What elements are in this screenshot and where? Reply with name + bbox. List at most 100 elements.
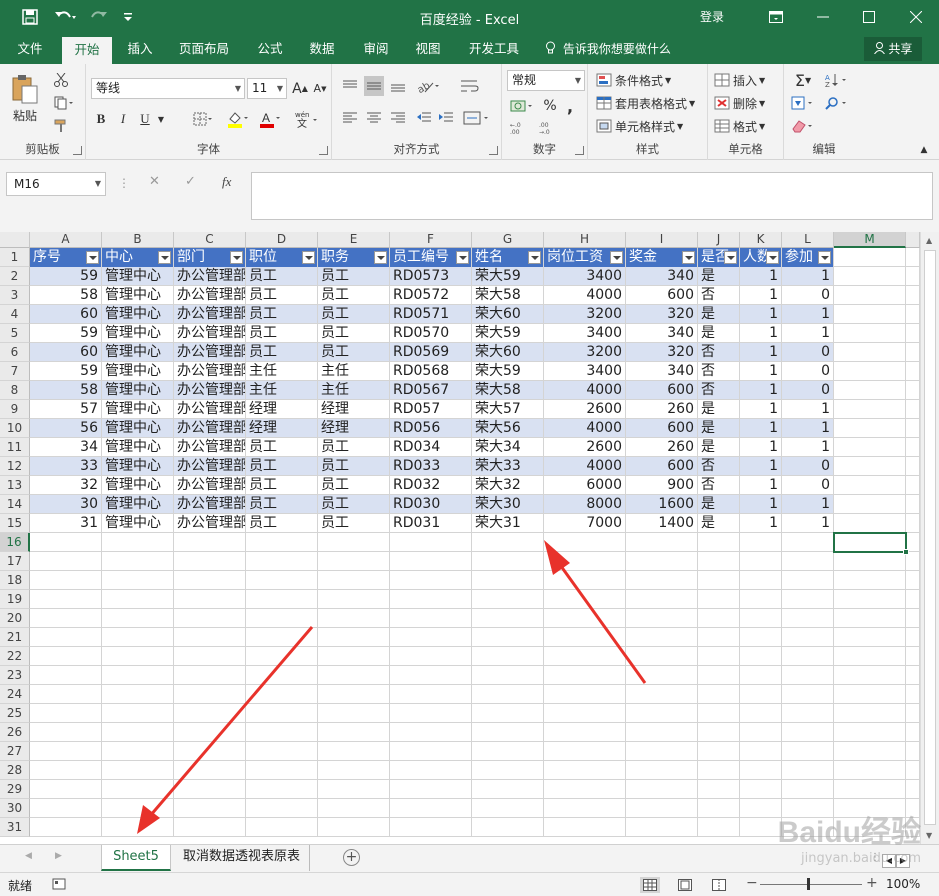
login-link[interactable]: 登录: [700, 8, 724, 25]
filter-dropdown-icon[interactable]: [818, 251, 831, 264]
table-cell[interactable]: 1: [782, 419, 834, 438]
cell[interactable]: [740, 571, 782, 590]
cell[interactable]: [390, 666, 472, 685]
table-cell[interactable]: 员工: [246, 514, 318, 533]
table-cell[interactable]: 主任: [246, 381, 318, 400]
table-cell[interactable]: 4000: [544, 419, 626, 438]
table-cell[interactable]: 办公管理部: [174, 267, 246, 286]
table-cell[interactable]: 荣大60: [472, 305, 544, 324]
table-cell[interactable]: 员工: [246, 305, 318, 324]
table-cell[interactable]: 员工: [318, 305, 390, 324]
cell[interactable]: [318, 533, 390, 552]
cell[interactable]: [102, 780, 174, 799]
cell[interactable]: [782, 533, 834, 552]
row-header-5[interactable]: 5: [0, 324, 30, 343]
scroll-up-icon[interactable]: ▲: [926, 236, 932, 245]
table-cell[interactable]: 600: [626, 381, 698, 400]
cell[interactable]: [544, 647, 626, 666]
filter-dropdown-icon[interactable]: [86, 251, 99, 264]
table-cell[interactable]: 1: [740, 286, 782, 305]
cell[interactable]: [834, 552, 906, 571]
fill-down-icon[interactable]: [788, 93, 818, 113]
table-cell[interactable]: RD0570: [390, 324, 472, 343]
cell[interactable]: [102, 647, 174, 666]
cell[interactable]: [544, 628, 626, 647]
cell[interactable]: [102, 799, 174, 818]
cell[interactable]: [740, 780, 782, 799]
cell[interactable]: [782, 628, 834, 647]
row-header-6[interactable]: 6: [0, 343, 30, 362]
table-cell[interactable]: 0: [782, 286, 834, 305]
table-cell[interactable]: 主任: [318, 381, 390, 400]
table-cell[interactable]: 33: [30, 457, 102, 476]
table-cell[interactable]: 340: [626, 267, 698, 286]
row-header-20[interactable]: 20: [0, 609, 30, 628]
cell[interactable]: [390, 799, 472, 818]
cell[interactable]: [626, 685, 698, 704]
row-header-21[interactable]: 21: [0, 628, 30, 647]
table-cell[interactable]: 否: [698, 362, 740, 381]
table-cell[interactable]: 1: [740, 400, 782, 419]
table-cell[interactable]: 办公管理部: [174, 495, 246, 514]
cell[interactable]: [246, 590, 318, 609]
table-cell[interactable]: 7000: [544, 514, 626, 533]
next-sheet-icon[interactable]: ▶: [55, 851, 62, 861]
table-cell[interactable]: 主任: [318, 362, 390, 381]
table-cell[interactable]: 荣大30: [472, 495, 544, 514]
clipboard-launcher-icon[interactable]: [73, 146, 82, 155]
cell[interactable]: [246, 780, 318, 799]
cell[interactable]: [698, 628, 740, 647]
cell[interactable]: [834, 438, 906, 457]
cell[interactable]: [246, 799, 318, 818]
table-cell[interactable]: 员工: [246, 286, 318, 305]
table-cell[interactable]: 管理中心: [102, 305, 174, 324]
table-cell[interactable]: 4000: [544, 381, 626, 400]
table-cell[interactable]: 办公管理部: [174, 362, 246, 381]
cell[interactable]: [834, 571, 906, 590]
cell[interactable]: [834, 704, 906, 723]
cell[interactable]: [246, 742, 318, 761]
filter-dropdown-icon[interactable]: [158, 251, 171, 264]
cell[interactable]: [740, 742, 782, 761]
cut-icon[interactable]: [50, 70, 72, 90]
save-icon[interactable]: [18, 7, 42, 27]
table-cell[interactable]: 员工: [318, 495, 390, 514]
cell[interactable]: [174, 590, 246, 609]
zoom-out-icon[interactable]: −: [746, 875, 758, 891]
table-header-cell[interactable]: 岗位工资: [544, 248, 626, 267]
table-header-cell[interactable]: 参加: [782, 248, 834, 267]
table-cell[interactable]: RD032: [390, 476, 472, 495]
cell[interactable]: [544, 742, 626, 761]
table-cell[interactable]: 3400: [544, 267, 626, 286]
table-cell[interactable]: 员工: [246, 324, 318, 343]
active-cell-selection[interactable]: [833, 532, 909, 555]
merge-center-icon[interactable]: [460, 108, 492, 128]
column-header-e[interactable]: E: [318, 232, 390, 248]
table-cell[interactable]: 1: [740, 438, 782, 457]
cell[interactable]: [626, 723, 698, 742]
zoom-in-icon[interactable]: +: [866, 875, 878, 891]
cell[interactable]: [174, 609, 246, 628]
cell[interactable]: [782, 742, 834, 761]
table-cell[interactable]: 2600: [544, 438, 626, 457]
cell[interactable]: [626, 533, 698, 552]
cell[interactable]: [834, 723, 906, 742]
zoom-level[interactable]: 100%: [886, 877, 920, 891]
table-cell[interactable]: 管理中心: [102, 286, 174, 305]
table-cell[interactable]: 3400: [544, 324, 626, 343]
clear-icon[interactable]: [788, 116, 818, 136]
table-cell[interactable]: 是: [698, 495, 740, 514]
cell[interactable]: [174, 666, 246, 685]
table-cell[interactable]: 59: [30, 324, 102, 343]
cell[interactable]: [318, 647, 390, 666]
table-cell[interactable]: 员工: [246, 495, 318, 514]
table-cell[interactable]: 60: [30, 305, 102, 324]
cell[interactable]: [174, 552, 246, 571]
cell[interactable]: [834, 628, 906, 647]
cell[interactable]: [906, 647, 920, 666]
table-cell[interactable]: 1400: [626, 514, 698, 533]
filter-dropdown-icon[interactable]: [766, 251, 779, 264]
cell[interactable]: [834, 666, 906, 685]
table-cell[interactable]: 办公管理部: [174, 514, 246, 533]
filter-dropdown-icon[interactable]: [302, 251, 315, 264]
